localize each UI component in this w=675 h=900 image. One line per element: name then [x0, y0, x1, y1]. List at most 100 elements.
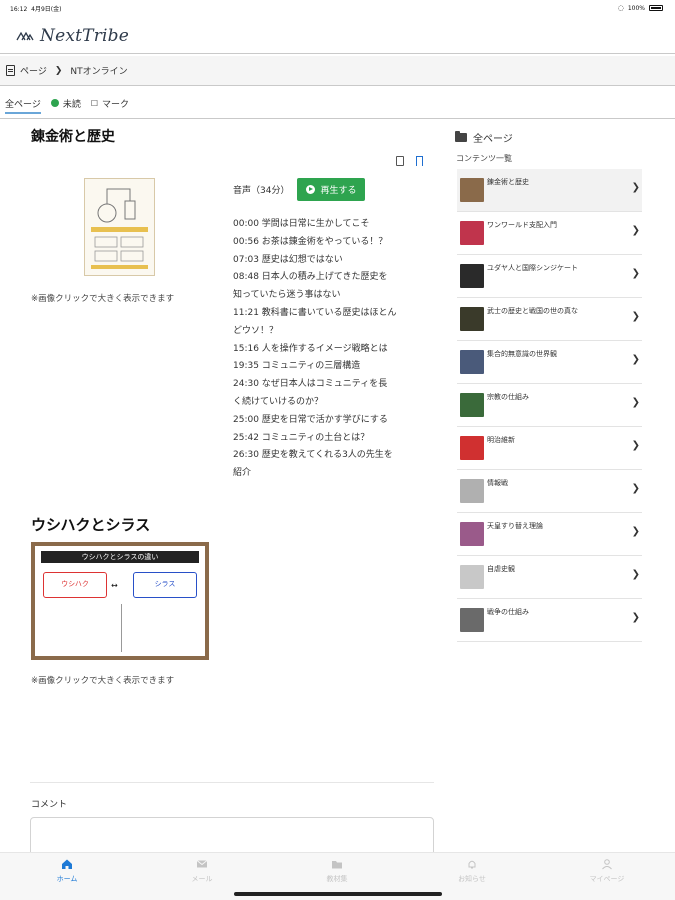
chevron-right-icon: ❯ [631, 569, 640, 580]
image-label-ushihaku: ウシハク [61, 580, 89, 588]
list-item-label: ワンワールド支配入門 [487, 221, 557, 229]
list-item-thumbnail [460, 608, 484, 632]
image-caption-2: ※画像クリックで大きく表示できます [31, 676, 175, 686]
sidebar-subheader: コンテンツ一覧 [456, 154, 512, 163]
breadcrumb: ページ ❯ NTオンライン [0, 56, 675, 86]
chevron-right-icon: ❯ [631, 225, 640, 236]
chapter-line: 11:21 教科書に書いている歴史はほとん [233, 307, 397, 318]
chapter-line: どウソ！？ [233, 325, 279, 336]
chapter-line: 08:48 日本人の積み上げてきた歴史を [233, 272, 388, 283]
chapter-line: 19:35 コミュニティの三層構造 [233, 361, 361, 372]
list-item-label: 明治維新 [487, 436, 515, 444]
double-arrow-icon: ↔ [111, 581, 118, 590]
list-item-label: 宗教の仕組み [487, 393, 529, 401]
list-item-label: 天皇すり替え理論 [487, 522, 543, 530]
list-item[interactable]: 明治維新 ❯ [457, 427, 642, 470]
list-item-label: 自虐史観 [487, 565, 515, 573]
logo-mark-icon [16, 31, 34, 41]
comment-divider [30, 782, 434, 783]
audio-row: 音声（34分） 再生する [233, 178, 366, 201]
list-item-label: 武士の歴史と戦国の世の真な [487, 307, 578, 315]
tab-unread[interactable]: 未読 [50, 88, 81, 118]
list-item-label: 集合的無意識の世界観 [487, 350, 557, 358]
chevron-right-icon: ❯ [631, 268, 640, 279]
play-button[interactable]: 再生する [297, 178, 366, 201]
list-item-thumbnail [460, 350, 484, 374]
bookmark-outline-icon: ☐ [90, 98, 99, 108]
chapter-line: 知っていたら迷う事はない [233, 290, 341, 301]
app-logo[interactable]: NextTribe [16, 26, 129, 46]
main-content: 錬金術と歴史 ※画像クリックで大きく表示できます 音声（34分） 再生する 00… [0, 120, 440, 877]
list-item-thumbnail [460, 479, 484, 503]
list-item[interactable]: 錬金術と歴史 ❯ [457, 169, 642, 212]
list-item[interactable]: 戦争の仕組み ❯ [457, 599, 642, 642]
folder-icon [332, 861, 342, 869]
battery-percent: 100% [627, 4, 645, 12]
section-image-alchemy[interactable] [84, 178, 155, 276]
user-icon [602, 859, 612, 870]
tab-all-pages[interactable]: 全ページ [5, 94, 41, 114]
nav-home[interactable]: ホーム [27, 858, 107, 884]
nav-materials-label: 教材集 [326, 875, 348, 883]
tab-marked-label: マーク [102, 99, 130, 110]
image-box-ushihaku: ウシハク [43, 572, 107, 598]
breadcrumb-item-pages[interactable]: ページ [20, 64, 47, 77]
list-item[interactable]: 情報戦 ❯ [457, 470, 642, 513]
tab-marked[interactable]: ☐ マーク [91, 88, 129, 118]
chapter-line: 15:16 人を操作するイメージ戦略とは [233, 343, 388, 354]
tab-all-pages-label: 全ページ [5, 99, 41, 110]
sidebar-header: 全ページ [455, 130, 513, 145]
nav-mypage[interactable]: マイページ [567, 858, 647, 884]
list-item-thumbnail [460, 436, 484, 460]
home-icon [62, 859, 72, 869]
chevron-right-icon: ❯ [631, 182, 640, 193]
nav-mail-label: メール [191, 875, 213, 883]
section-title-alchemy: 錬金術と歴史 [31, 129, 115, 145]
nav-home-label: ホーム [56, 875, 78, 883]
list-item[interactable]: 集合的無意識の世界観 ❯ [457, 341, 642, 384]
section-title-ushihaku: ウシハクとシラス [31, 516, 151, 534]
section-image-ushihaku[interactable]: ウシハクとシラスの違い ウシハク ↔ シラス [31, 542, 209, 660]
app-name: NextTribe [40, 26, 129, 46]
tab-unread-label: 未読 [62, 99, 81, 110]
image-divider [121, 604, 122, 652]
play-button-label: 再生する [320, 186, 357, 196]
list-item-thumbnail [460, 307, 484, 331]
list-item-label: 情報戦 [487, 479, 508, 487]
chapter-line: 00:00 学問は日常に生かしてこそ [233, 219, 370, 229]
nav-notifications[interactable]: お知らせ [432, 858, 512, 884]
folder-open-icon [455, 131, 467, 142]
list-item[interactable]: ワンワールド支配入門 ❯ [457, 212, 642, 255]
audio-label: 音声（34分） [233, 186, 290, 196]
home-indicator [234, 892, 442, 896]
nav-mail[interactable]: メール [162, 858, 242, 884]
list-item[interactable]: ユダヤ人と国際シンジケート ❯ [457, 255, 642, 298]
list-item-thumbnail [460, 522, 484, 546]
list-item-thumbnail [460, 393, 484, 417]
list-item[interactable]: 天皇すり替え理論 ❯ [457, 513, 642, 556]
chapter-line: 25:42 コミュニティの土台とは？ [233, 432, 370, 443]
list-item-thumbnail [460, 565, 484, 589]
wifi-icon: ◌ [617, 4, 624, 12]
document-icon[interactable] [396, 156, 404, 166]
chapter-line: 07:03 歴史は幻想ではない [233, 254, 343, 265]
nav-materials[interactable]: 教材集 [297, 858, 377, 884]
list-item[interactable]: 宗教の仕組み ❯ [457, 384, 642, 427]
list-item-thumbnail [460, 178, 484, 202]
image-box-shirasu: シラス [133, 572, 197, 598]
chapter-list: 00:00 学問は日常に生かしてこそ 00:56 お茶は錬金術をやっている！？ … [233, 216, 413, 483]
bookmark-icon[interactable] [416, 156, 423, 166]
sidebar-title: 全ページ [473, 134, 513, 145]
chapter-line: 24:30 なぜ日本人はコミュニティを長 [233, 379, 388, 390]
list-item[interactable]: 自虐史観 ❯ [457, 556, 642, 599]
chapter-line: 26:30 歴史を教えてくれる3人の先生を [233, 450, 393, 461]
breadcrumb-item-current: NTオンライン [70, 67, 128, 77]
chevron-right-icon: ❯ [631, 397, 640, 408]
chevron-right-icon: ❯ [631, 526, 640, 537]
mail-icon [196, 860, 208, 868]
status-indicators: ◌ 100% [618, 4, 663, 12]
nav-notifications-label: お知らせ [458, 875, 486, 883]
list-item[interactable]: 武士の歴史と戦国の世の真な ❯ [457, 298, 642, 341]
chapter-line: 00:56 お茶は錬金術をやっている！？ [233, 236, 388, 247]
chapter-line: 25:00 歴史を日常で活かす学びにする [233, 414, 388, 425]
